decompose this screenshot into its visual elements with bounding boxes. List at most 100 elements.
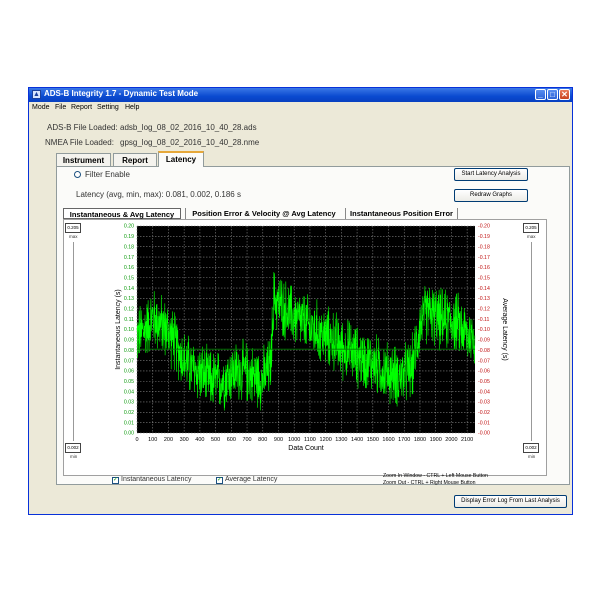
title-bar[interactable]: ▲ ADS-B Integrity 1.7 - Dynamic Test Mod… <box>29 88 572 102</box>
maximize-button[interactable]: □ <box>547 89 558 100</box>
zoom-out-hint: Zoom Out - CTRL + Right Mouse Button <box>383 480 476 486</box>
y2-tick-label: -0.14 <box>478 286 490 292</box>
x-tick-label: 1400 <box>351 437 363 443</box>
tab-report[interactable]: Report <box>113 153 157 166</box>
x-tick-label: 1900 <box>430 437 442 443</box>
app-window: ▲ ADS-B Integrity 1.7 - Dynamic Test Mod… <box>28 87 573 515</box>
avg-latency-checkbox[interactable]: ✓ <box>216 477 223 484</box>
y2-tick-label: -0.01 <box>478 420 490 426</box>
y2-tick-label: -0.05 <box>478 379 490 385</box>
subtab-position-error-velocity[interactable]: Position Error & Velocity @ Avg Latency <box>185 208 342 219</box>
y-tick-label: 0.02 <box>124 410 134 416</box>
menu-file[interactable]: File <box>55 104 66 111</box>
y-tick-label: 0.14 <box>124 286 134 292</box>
minimize-button[interactable]: _ <box>535 89 546 100</box>
tab-instrument[interactable]: Instrument <box>56 153 111 166</box>
y2-tick-label: -0.06 <box>478 369 490 375</box>
menu-bar: Mode File Report Setting Help <box>29 102 572 113</box>
tab-latency[interactable]: Latency <box>158 151 204 167</box>
y-tick-label: 0.01 <box>124 420 134 426</box>
y2-tick-label: -0.19 <box>478 234 490 240</box>
subtab-inst-position-error[interactable]: Instantaneous Position Error <box>345 208 458 219</box>
y-tick-label: 0.18 <box>124 244 134 250</box>
y-tick-label: 0.00 <box>124 431 134 437</box>
display-error-log-button[interactable]: Display Error Log From Last Analysis <box>454 495 567 508</box>
x-tick-label: 100 <box>148 437 157 443</box>
app-icon: ▲ <box>32 90 41 99</box>
menu-report[interactable]: Report <box>71 104 92 111</box>
latency-summary: Latency (avg, min, max): 0.081, 0.002, 0… <box>76 190 241 199</box>
latency-chart[interactable]: 0.00 0.01 0.02 0.03 0.04 0.05 0.06 0.07 0.08 0.09… <box>63 219 547 476</box>
y2-tick-label: -0.02 <box>478 410 490 416</box>
adsb-file-label: ADS-B File Loaded: <box>47 123 118 132</box>
y2-tick-label: -0.04 <box>478 389 490 395</box>
redraw-graphs-button[interactable]: Redraw Graphs <box>454 189 528 202</box>
zoom-in-hint: Zoom In Window - CTRL + Left Mouse Butto… <box>383 473 488 479</box>
y2-tick-label: -0.07 <box>478 358 490 364</box>
y-tick-label: 0.11 <box>124 317 134 323</box>
inst-latency-legend: Instantaneous Latency <box>121 476 192 483</box>
y2-tick-label: -0.12 <box>478 307 490 313</box>
y-tick-label: 0.06 <box>124 369 134 375</box>
x-tick-label: 300 <box>180 437 189 443</box>
menu-help[interactable]: Help <box>125 104 139 111</box>
y2-tick-label: -0.18 <box>478 244 490 250</box>
x-tick-label: 1500 <box>367 437 379 443</box>
y-tick-label: 0.03 <box>124 400 134 406</box>
menu-mode[interactable]: Mode <box>32 104 50 111</box>
y-tick-label: 0.13 <box>124 296 134 302</box>
x-tick-label: 0 <box>135 437 138 443</box>
y2-tick-label: -0.00 <box>478 431 490 437</box>
x-tick-label: 1600 <box>382 437 394 443</box>
y-tick-label: 0.15 <box>124 275 134 281</box>
x-tick-label: 2000 <box>445 437 457 443</box>
close-button[interactable]: ✕ <box>559 89 570 100</box>
avg-latency-legend: Average Latency <box>225 476 278 483</box>
y-tick-label: 0.05 <box>124 379 134 385</box>
y-tick-label: 0.17 <box>124 255 134 261</box>
x-tick-label: 700 <box>242 437 251 443</box>
y-tick-label: 0.09 <box>124 338 134 344</box>
y-tick-label: 0.19 <box>124 234 134 240</box>
y-tick-label: 0.04 <box>124 389 134 395</box>
x-axis-label: Data Count <box>288 445 323 452</box>
x-tick-label: 1700 <box>398 437 410 443</box>
y-tick-label: 0.12 <box>124 307 134 313</box>
y-tick-label: 0.16 <box>124 265 134 271</box>
nmea-file-value: gpsg_log_08_02_2016_10_40_28.nme <box>120 138 260 147</box>
x-tick-label: 1100 <box>304 437 316 443</box>
y2-axis-label: Average Latency (s) <box>501 298 508 361</box>
x-tick-label: 1300 <box>335 437 347 443</box>
nmea-file-label: NMEA File Loaded: <box>45 138 114 147</box>
subtab-inst-avg-latency[interactable]: Instantaneous & Avg Latency <box>63 208 181 219</box>
filter-enable-label: Filter Enable <box>85 170 130 179</box>
x-tick-label: 600 <box>227 437 236 443</box>
y2-tick-label: -0.11 <box>478 317 490 323</box>
y2-tick-label: -0.13 <box>478 296 490 302</box>
y2-tick-label: -0.08 <box>478 348 490 354</box>
x-tick-label: 1000 <box>288 437 300 443</box>
y2-tick-label: -0.15 <box>478 275 490 281</box>
y-tick-label: 0.20 <box>124 224 134 230</box>
y2-tick-label: -0.20 <box>478 224 490 230</box>
adsb-file-value: adsb_log_08_02_2016_10_40_28.ads <box>120 123 257 132</box>
x-tick-label: 400 <box>195 437 204 443</box>
x-tick-label: 200 <box>164 437 173 443</box>
x-tick-label: 500 <box>211 437 220 443</box>
window-title: ADS-B Integrity 1.7 - Dynamic Test Mode <box>44 89 199 98</box>
start-latency-analysis-button[interactable]: Start Latency Analysis <box>454 168 528 181</box>
x-tick-label: 900 <box>274 437 283 443</box>
y2-tick-label: -0.10 <box>478 327 490 333</box>
x-tick-label: 800 <box>258 437 267 443</box>
y2-tick-label: -0.16 <box>478 265 490 271</box>
menu-setting[interactable]: Setting <box>97 104 119 111</box>
y2-tick-label: -0.03 <box>478 400 490 406</box>
y-tick-label: 0.10 <box>124 327 134 333</box>
y-tick-label: 0.08 <box>124 348 134 354</box>
y-axis-label: Instantaneous Latency (s) <box>115 289 122 370</box>
inst-latency-checkbox[interactable]: ✓ <box>112 477 119 484</box>
y2-tick-label: -0.17 <box>478 255 490 261</box>
y2-tick-label: -0.09 <box>478 338 490 344</box>
filter-radio[interactable] <box>74 171 81 178</box>
y-tick-label: 0.07 <box>124 358 134 364</box>
